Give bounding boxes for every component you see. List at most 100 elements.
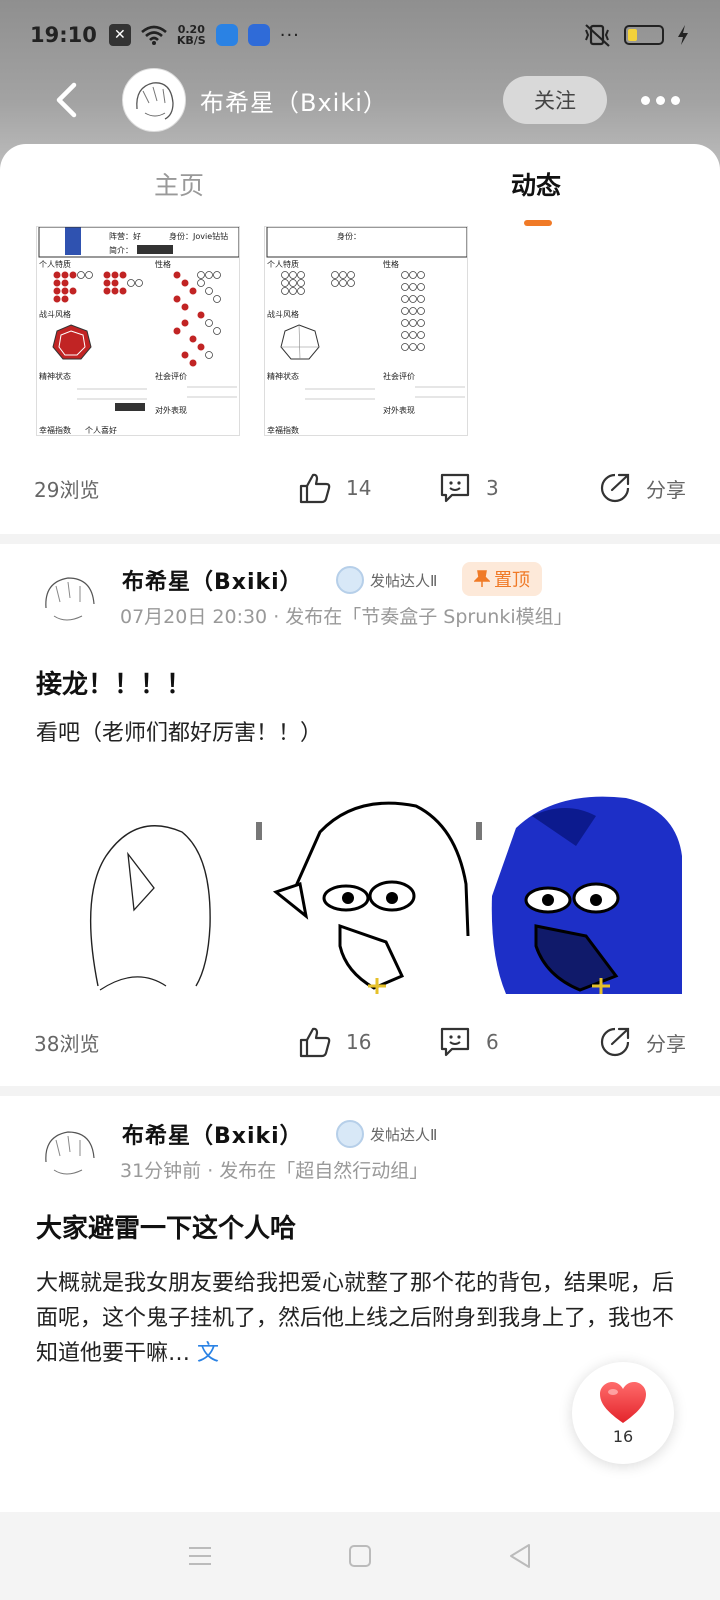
thumbs-up-icon: [299, 1027, 331, 1058]
back-triangle-icon[interactable]: [507, 1543, 533, 1569]
dot-icon: [656, 95, 665, 105]
form-label: 阵营：好: [109, 231, 141, 241]
character-sheet-art: 身份： 个人特质 性格 战斗风格 精神状态 社会评价 对外表现 幸福指数: [266, 227, 467, 435]
battery-icon: [624, 25, 664, 45]
post-card[interactable]: 布希星（Bxiki） 发帖达人Ⅱ 置顶 07月20日 20:30 · 发布在「节…: [0, 536, 720, 1086]
comment-button[interactable]: 6: [438, 1025, 578, 1059]
post-author-name[interactable]: 布希星（Bxiki）: [122, 564, 303, 596]
comment-count: 6: [486, 1030, 499, 1054]
share-label: 分享: [646, 1031, 686, 1056]
post-image-line-drawing[interactable]: [36, 776, 256, 994]
post-body: 看吧（老师们都好厉害！！）: [36, 721, 323, 746]
post-stats-row: 29浏览 14 3 分享: [0, 458, 720, 518]
form-label: 个人特质: [267, 259, 299, 269]
dot-icon: [671, 95, 680, 105]
badge-label: 发帖达人Ⅱ: [370, 571, 438, 590]
form-label: 性格: [383, 259, 399, 269]
poster-badge: 发帖达人Ⅱ: [336, 1120, 437, 1148]
network-speed-unit: KB/S: [176, 34, 206, 47]
system-navigation-bar: [0, 1512, 720, 1600]
vibrate-icon: [585, 24, 610, 47]
post-author-avatar[interactable]: [36, 1120, 102, 1186]
form-label: 身份：Jovie钻钻: [169, 231, 228, 241]
post-body-text: 大概就是我女朋友要给我把爱心就整了那个花的背包，结果呢，后面呢，这个鬼子挂机了，…: [36, 1271, 675, 1366]
tab-home[interactable]: 主页: [154, 166, 204, 202]
app-notification-icon: [215, 24, 238, 46]
post-image-character-sheet-filled[interactable]: 阵营：好 身份：Jovie钻钻 简介： 个人特质 性格 战斗风格 精神状态 社会…: [36, 226, 240, 436]
view-count: 29浏览: [34, 477, 100, 502]
badge-label: 发帖达人Ⅱ: [370, 1125, 438, 1144]
network-speed: 0.20 KB/S: [177, 24, 206, 46]
back-button[interactable]: [48, 82, 84, 118]
comment-icon: [440, 473, 470, 503]
post-image-row: 阵营：好 身份：Jovie钻钻 简介： 个人特质 性格 战斗风格 精神状态 社会…: [36, 226, 468, 436]
more-notifications-icon: ···: [279, 24, 300, 46]
post-meta[interactable]: 07月20日 20:30 · 发布在「节奏盒子 Sprunki模组」: [120, 602, 573, 629]
follow-button[interactable]: 关注: [503, 76, 607, 124]
floating-like-count: 16: [612, 1426, 634, 1446]
post-author-avatar[interactable]: [36, 566, 102, 632]
heart-icon: [600, 1381, 646, 1423]
post-image-character-sheet-blank[interactable]: 身份： 个人特质 性格 战斗风格 精神状态 社会评价 对外表现 幸福指数: [264, 226, 468, 436]
form-label: 对外表现: [155, 405, 187, 415]
status-bar: 19:10 ✕ 0.20 KB/S ···: [0, 0, 720, 70]
share-button[interactable]: 分享: [598, 1025, 686, 1059]
form-label: 幸福指数: [267, 425, 299, 435]
post-image-sketch[interactable]: [256, 776, 476, 994]
floating-like-button[interactable]: 16: [572, 1362, 674, 1464]
post-meta[interactable]: 31分钟前 · 发布在「超自然行动组」: [120, 1156, 428, 1183]
drawing-art: [256, 801, 470, 994]
more-options-button[interactable]: [641, 95, 680, 105]
header-author-name: 布希星（Bxiki）: [200, 88, 388, 117]
drawing-art: [476, 796, 682, 994]
form-label: 战斗风格: [267, 309, 299, 319]
comment-count: 3: [486, 476, 499, 500]
home-icon[interactable]: [348, 1544, 372, 1568]
post-image-colored[interactable]: [476, 776, 696, 994]
post-author-name[interactable]: 布希星（Bxiki）: [122, 1118, 303, 1150]
character-sheet-art: 阵营：好 身份：Jovie钻钻 简介： 个人特质 性格 战斗风格 精神状态 社会…: [38, 227, 239, 435]
post-image-row: [36, 776, 696, 994]
avatar-sketch: [45, 577, 95, 621]
like-button[interactable]: 14: [298, 471, 438, 505]
like-count: 16: [346, 1030, 372, 1054]
form-label: 战斗风格: [39, 309, 71, 319]
poster-badge: 发帖达人Ⅱ: [336, 566, 437, 594]
menu-icon[interactable]: [187, 1545, 213, 1567]
author-avatar[interactable]: [122, 68, 186, 132]
badge-icon: [336, 1120, 364, 1148]
like-button[interactable]: 16: [298, 1025, 438, 1059]
avatar-sketch: [136, 82, 174, 120]
post-body: 大概就是我女朋友要给我把爱心就整了那个花的背包，结果呢，后面呢，这个鬼子挂机了，…: [36, 1266, 676, 1371]
comment-button[interactable]: 3: [438, 471, 578, 505]
like-count: 14: [346, 476, 372, 500]
comment-icon: [440, 1027, 470, 1057]
share-icon: [600, 473, 630, 503]
form-label: 性格: [155, 259, 171, 269]
status-left-icons: ✕ 0.20 KB/S ···: [108, 24, 300, 46]
post-title: 大家避雷一下这个人哈: [36, 1214, 297, 1244]
form-label: 精神状态: [39, 371, 71, 381]
baidu-notification-icon: [247, 24, 270, 46]
form-label: 精神状态: [267, 371, 299, 381]
charging-icon: [678, 25, 688, 45]
thumbs-up-icon: [299, 473, 331, 504]
profile-content-sheet: 主页 动态 阵营：好 身份：Jovie钻钻 简介： 个人特质 性格 战斗风格 精…: [0, 144, 720, 1512]
tab-feed[interactable]: 动态: [511, 166, 561, 202]
post-title: 接龙！！！！: [36, 670, 193, 700]
dot-icon: [641, 95, 650, 105]
expand-full-text-link[interactable]: 文: [197, 1341, 219, 1366]
share-label: 分享: [646, 477, 686, 502]
form-label: 社会评价: [383, 371, 415, 381]
form-label: 社会评价: [155, 371, 187, 381]
wifi-icon: [141, 25, 167, 45]
chevron-left-icon: [56, 82, 77, 118]
status-right-icons: [582, 23, 690, 47]
tab-bar: 主页 动态: [0, 144, 720, 234]
avatar-sketch: [45, 1131, 95, 1175]
profile-header: 布希星（Bxiki） 关注: [0, 68, 720, 132]
pinned-tag: 置顶: [462, 562, 542, 596]
share-button[interactable]: 分享: [598, 471, 686, 505]
form-label: 个人喜好: [85, 425, 117, 435]
form-label: 幸福指数: [39, 425, 71, 435]
